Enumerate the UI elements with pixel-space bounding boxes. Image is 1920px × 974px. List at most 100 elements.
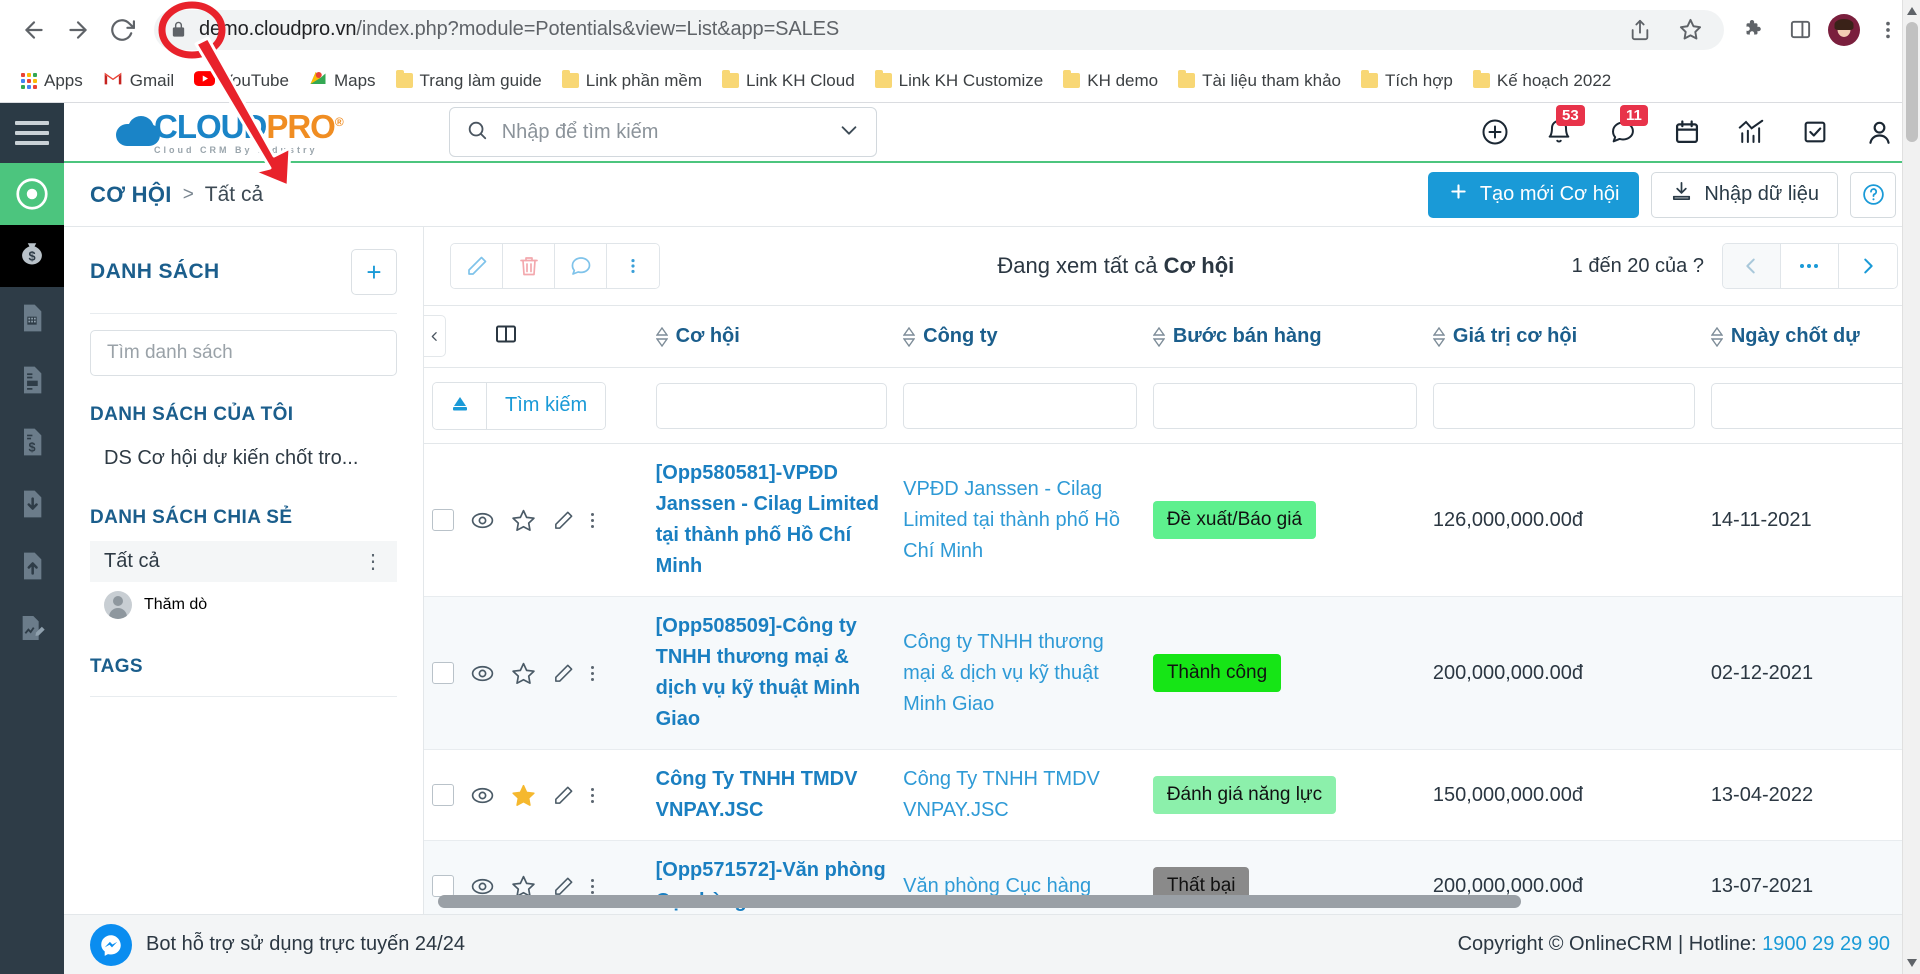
cloudpro-logo[interactable]: CLOUDPRO® Cloud CRM By Industry <box>116 110 344 155</box>
ellipsis-icon[interactable] <box>1780 244 1839 288</box>
add-icon[interactable] <box>1478 115 1512 149</box>
user-icon[interactable] <box>1862 115 1896 149</box>
chevron-down-icon[interactable] <box>838 119 860 146</box>
sort-icon[interactable] <box>903 326 916 347</box>
column-header-amount[interactable]: Giá trị cơ hội <box>1424 305 1703 368</box>
bookmark-folder-7[interactable]: Link KH Customize <box>866 66 1053 96</box>
pencil-icon[interactable] <box>451 244 503 288</box>
rail-item-quote-document[interactable] <box>0 349 64 411</box>
share-icon[interactable] <box>1622 12 1658 48</box>
column-layout-icon[interactable] <box>493 325 519 351</box>
bookmark-folder-10[interactable]: Tích hợp <box>1352 66 1462 96</box>
table-row[interactable]: [Opp580581]-VPĐD Janssen - Cilag Limited… <box>424 443 1920 597</box>
company-link[interactable]: Công Ty TNHH TMDV VNPAY.JSC <box>903 768 1100 821</box>
bookmark-folder-9[interactable]: Tài liệu tham khảo <box>1169 66 1350 96</box>
rail-item-export-document[interactable] <box>0 535 64 597</box>
table-row[interactable]: Công Ty TNHH TMDV VNPAY.JSC Công Ty TNHH… <box>424 749 1920 841</box>
opportunity-link[interactable]: [Opp580581]-VPĐD Janssen - Cilag Limited… <box>656 462 879 577</box>
chevron-right-icon[interactable] <box>1838 244 1897 288</box>
lock-icon[interactable] <box>170 19 187 40</box>
kebab-menu-icon[interactable] <box>1870 12 1906 48</box>
rail-item-revenue[interactable]: $ <box>0 225 64 287</box>
opportunity-link[interactable]: Công Ty TNHH TMDV VNPAY.JSC <box>656 768 858 821</box>
comment-icon[interactable] <box>555 244 607 288</box>
global-search[interactable] <box>448 107 877 157</box>
eye-icon[interactable] <box>470 783 495 808</box>
company-link[interactable]: Công ty TNHH thương mại & dịch vụ kỹ thu… <box>903 631 1104 715</box>
help-button[interactable] <box>1850 171 1896 218</box>
horizontal-scrollbar[interactable] <box>438 895 1902 908</box>
search-input[interactable] <box>501 120 824 144</box>
add-list-button[interactable]: + <box>351 249 397 295</box>
scroll-up-icon[interactable] <box>1903 2 1920 20</box>
checkbox-task-icon[interactable] <box>1798 115 1832 149</box>
vertical-dots-icon[interactable] <box>591 512 594 528</box>
sort-icon[interactable] <box>1710 326 1723 347</box>
reload-icon[interactable] <box>102 10 142 50</box>
profile-avatar[interactable] <box>1828 13 1860 46</box>
eye-icon[interactable] <box>470 508 495 533</box>
chevron-left-icon[interactable] <box>1722 244 1781 288</box>
vertical-dots-icon[interactable] <box>591 787 594 803</box>
star-icon[interactable] <box>511 783 536 808</box>
star-icon[interactable] <box>511 508 536 533</box>
column-header-stage[interactable]: Bước bán hàng <box>1144 305 1425 368</box>
puzzle-icon[interactable] <box>1736 12 1772 48</box>
sort-icon[interactable] <box>1152 326 1165 347</box>
import-data-button[interactable]: Nhập dữ liệu <box>1651 171 1838 218</box>
rail-item-report-document[interactable] <box>0 597 64 659</box>
address-bar[interactable]: demo.cloudpro.vn/index.php?module=Potent… <box>154 9 1724 50</box>
shared-list-item-all[interactable]: Tất cả ⋮ <box>90 541 397 582</box>
row-checkbox[interactable] <box>432 875 454 897</box>
hotline-link[interactable]: 1900 29 29 90 <box>1762 933 1890 955</box>
vertical-dots-icon[interactable] <box>591 878 594 894</box>
bell-icon[interactable]: 53 <box>1542 105 1585 149</box>
row-checkbox[interactable] <box>432 662 454 684</box>
chat-icon[interactable]: 11 <box>1606 105 1648 149</box>
rail-item-import-document[interactable] <box>0 473 64 535</box>
filter-input-stage[interactable] <box>1152 382 1417 429</box>
bookmark-folder-11[interactable]: Kế hoạch 2022 <box>1464 66 1620 96</box>
sort-icon[interactable] <box>655 326 668 347</box>
bookmark-gmail[interactable]: Gmail <box>94 66 183 96</box>
analytics-icon[interactable] <box>1734 115 1768 149</box>
trash-icon[interactable] <box>503 244 555 288</box>
bookmark-maps[interactable]: Maps <box>300 64 385 97</box>
eye-icon[interactable] <box>470 661 495 686</box>
collapse-sidebar-button[interactable] <box>424 315 446 357</box>
shared-list-user[interactable]: Thăm dò <box>90 582 397 628</box>
opportunity-link[interactable]: [Opp508509]-Công ty TNHH thương mại & dị… <box>656 615 860 730</box>
support-bot[interactable]: Bot hỗ trợ sử dụng trực tuyến 24/24 <box>90 923 465 966</box>
list-search-input[interactable] <box>90 330 397 376</box>
eraser-icon[interactable] <box>433 382 487 429</box>
column-header-company[interactable]: Công ty <box>895 305 1145 368</box>
filter-input-company[interactable] <box>903 382 1137 429</box>
rail-item-invoice[interactable]: $ <box>0 411 64 473</box>
pencil-icon[interactable] <box>552 662 575 685</box>
row-checkbox[interactable] <box>432 509 454 531</box>
hamburger-menu-icon[interactable] <box>0 103 64 163</box>
bookmark-folder-8[interactable]: KH demo <box>1054 66 1167 96</box>
scroll-down-icon[interactable] <box>1903 954 1920 972</box>
create-opportunity-button[interactable]: Tạo mới Cơ hội <box>1427 171 1640 218</box>
page-scrollbar[interactable] <box>1902 0 1920 974</box>
side-panel-icon[interactable] <box>1782 12 1818 48</box>
search-filter-button[interactable]: Tìm kiếm <box>487 382 606 429</box>
breadcrumb-module[interactable]: CƠ HỘI <box>90 182 172 208</box>
kebab-menu-icon[interactable] <box>607 244 659 288</box>
filter-input-amount[interactable] <box>1432 382 1695 429</box>
row-checkbox[interactable] <box>432 784 454 806</box>
sort-icon[interactable] <box>1432 326 1445 347</box>
calendar-icon[interactable] <box>1670 115 1704 149</box>
bookmark-star-icon[interactable] <box>1672 12 1708 48</box>
filter-input-close-date[interactable] <box>1710 382 1912 429</box>
bookmark-folder-5[interactable]: Link phần mềm <box>553 66 711 96</box>
company-link[interactable]: Văn phòng Cục hàng <box>903 875 1091 897</box>
forward-arrow-icon[interactable] <box>58 10 98 50</box>
back-arrow-icon[interactable] <box>14 10 54 50</box>
filter-input-opportunity[interactable] <box>655 382 888 429</box>
scrollbar-thumb[interactable] <box>1906 22 1918 142</box>
rail-item-spreadsheet[interactable] <box>0 287 64 349</box>
vertical-dots-icon[interactable] <box>591 665 594 681</box>
bookmark-apps[interactable]: Apps <box>12 66 92 96</box>
